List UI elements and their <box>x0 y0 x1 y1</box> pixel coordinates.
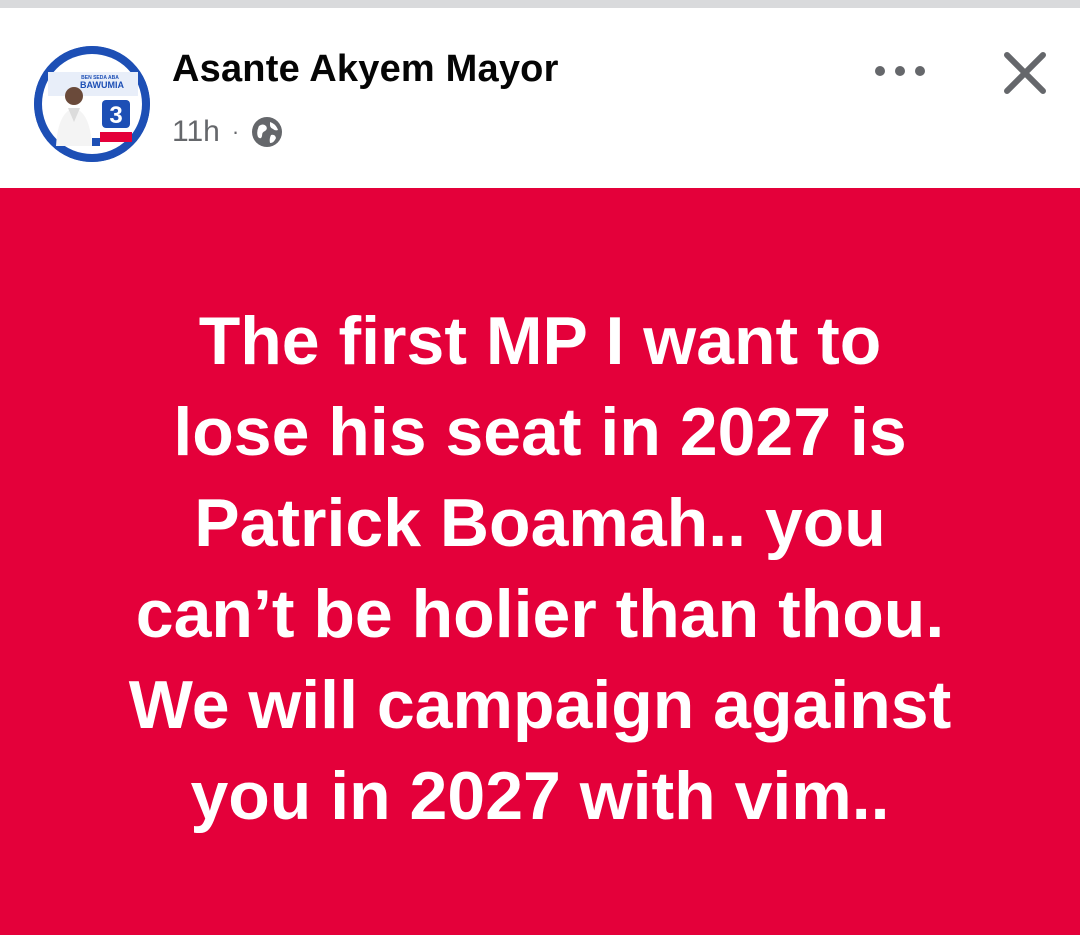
post-text-line: you in 2027 with vim.. <box>190 758 890 834</box>
close-icon <box>1004 52 1046 94</box>
close-button[interactable] <box>990 38 1060 108</box>
avatar-image: BEN SEDA ABA BAWUMIA 3 <box>34 46 150 162</box>
avatar-number: 3 <box>109 102 122 129</box>
author-avatar[interactable]: BEN SEDA ABA BAWUMIA 3 <box>34 46 150 162</box>
post-time[interactable]: 11h <box>172 115 220 149</box>
post-text-background: The first MP I want to lose his seat in … <box>0 188 1080 935</box>
more-options-button[interactable] <box>862 46 938 96</box>
post-text: The first MP I want to lose his seat in … <box>40 296 1040 842</box>
more-horizontal-icon <box>875 66 925 76</box>
post-text-line: We will campaign against <box>128 667 952 743</box>
post-text-line: lose his seat in 2027 is <box>173 394 907 470</box>
top-divider <box>0 0 1080 8</box>
globe-icon <box>251 116 283 148</box>
avatar-banner-name: BAWUMIA <box>80 80 124 90</box>
post-text-line: The first MP I want to <box>198 303 882 379</box>
post-text-line: can’t be holier than thou. <box>135 576 945 652</box>
post-meta: 11h · <box>172 112 283 152</box>
author-name[interactable]: Asante Akyem Mayor <box>172 48 559 91</box>
post-header: BEN SEDA ABA BAWUMIA 3 Asante Akyem Mayo… <box>0 8 1080 188</box>
post-text-line: Patrick Boamah.. you <box>194 485 886 561</box>
meta-separator: · <box>231 119 240 144</box>
